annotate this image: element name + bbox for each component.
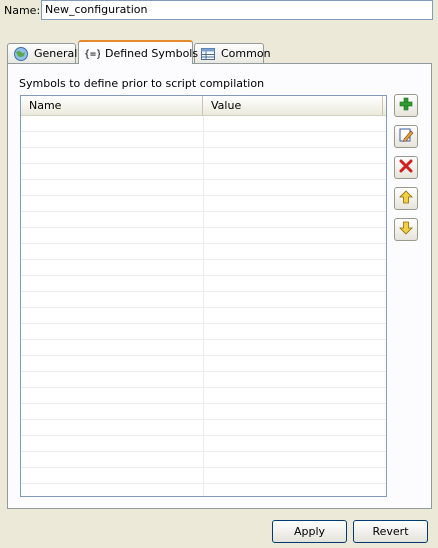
move-down-button[interactable]: [394, 218, 418, 241]
move-up-button[interactable]: [394, 187, 418, 210]
remove-symbol-button[interactable]: [394, 156, 418, 179]
edit-symbol-button[interactable]: [394, 125, 418, 148]
table-header: Name Value: [21, 96, 386, 116]
svg-text:{=}: {=}: [84, 49, 100, 60]
panel-caption: Symbols to define prior to script compil…: [19, 77, 265, 90]
add-icon: [398, 96, 414, 115]
table-icon: [200, 46, 216, 62]
tab-defined-symbols[interactable]: {=} Defined Symbols: [78, 40, 198, 64]
name-label: Name:: [4, 4, 41, 17]
symbols-table[interactable]: Name Value: [20, 95, 387, 497]
add-symbol-button[interactable]: [394, 94, 418, 117]
tab-bar: General {=} Defined Symbols Common: [7, 40, 437, 64]
column-divider: [203, 116, 204, 496]
move-up-icon: [398, 189, 414, 208]
braces-icon: {=}: [84, 45, 102, 61]
tab-general-label: General: [34, 47, 78, 60]
tab-defined-symbols-label: Defined Symbols: [105, 46, 199, 60]
name-input[interactable]: New_configuration: [41, 0, 433, 20]
tab-general[interactable]: General: [7, 43, 78, 63]
move-down-icon: [398, 220, 414, 239]
globe-icon: [13, 46, 29, 62]
column-header-value[interactable]: Value: [203, 96, 383, 115]
edit-icon: [398, 127, 414, 146]
defined-symbols-panel: Symbols to define prior to script compil…: [7, 63, 432, 509]
remove-icon: [398, 158, 414, 177]
tab-common-label: Common: [221, 47, 271, 60]
tab-common[interactable]: Common: [194, 43, 271, 63]
column-header-name[interactable]: Name: [21, 96, 203, 115]
apply-button[interactable]: Apply: [272, 520, 347, 543]
name-row: Name:: [4, 1, 41, 20]
revert-button[interactable]: Revert: [353, 520, 428, 543]
